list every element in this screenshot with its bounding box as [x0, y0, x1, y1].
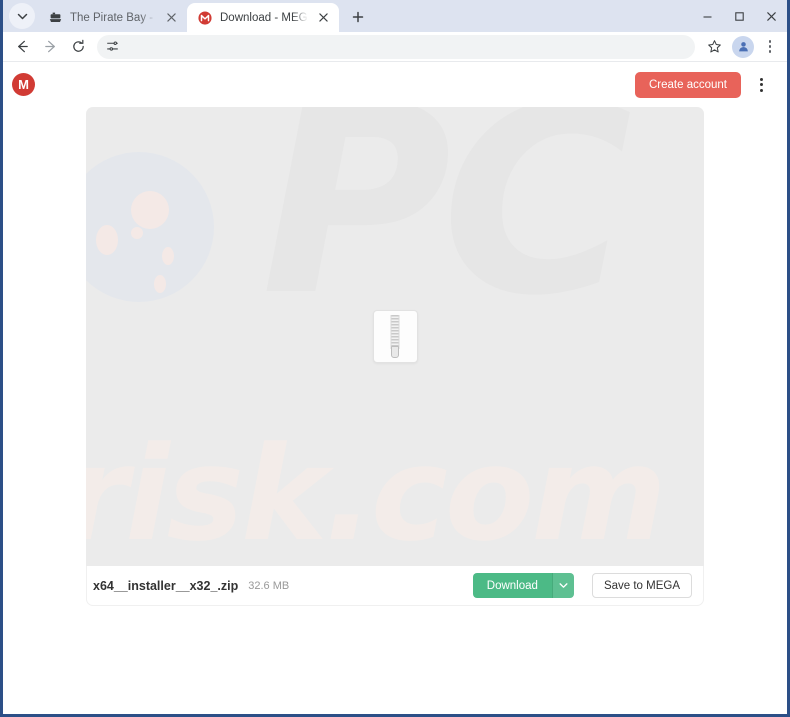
- menu-dot: [759, 88, 763, 92]
- watermark-dot: [131, 191, 169, 229]
- download-split-button: Download: [472, 573, 574, 598]
- watermark-pc-text: PC: [261, 107, 632, 353]
- forward-button[interactable]: [37, 34, 63, 60]
- create-account-button[interactable]: Create account: [635, 71, 741, 98]
- page-content: M Create account PC risk.com x64__instal…: [3, 62, 787, 714]
- close-icon: [766, 11, 776, 21]
- watermark-risk-text: risk.com: [86, 418, 667, 566]
- browser-toolbar: [3, 32, 787, 62]
- zip-pull-tab: [391, 346, 399, 358]
- back-button[interactable]: [9, 34, 35, 60]
- chevron-down-icon: [559, 583, 568, 588]
- tune-sliders-icon[interactable]: [103, 38, 121, 56]
- menu-dot: [768, 40, 772, 43]
- menu-dot: [768, 45, 772, 48]
- back-arrow-icon: [17, 40, 28, 53]
- watermark-dot: [162, 247, 174, 265]
- watermark-circle: [86, 152, 214, 302]
- mega-favicon-icon: [197, 10, 213, 26]
- forward-arrow-icon: [44, 40, 55, 53]
- address-bar[interactable]: [97, 34, 695, 59]
- window-controls: [691, 0, 787, 32]
- menu-dot: [759, 83, 763, 86]
- file-info-bar: x64__installer__x32_.zip 32.6 MB Downloa…: [86, 566, 704, 606]
- bookmark-button[interactable]: [701, 34, 727, 60]
- reload-icon: [72, 39, 84, 52]
- mega-site-header: M Create account: [3, 62, 787, 107]
- watermark-dot: [96, 225, 118, 255]
- save-to-mega-button[interactable]: Save to MEGA: [591, 573, 692, 598]
- file-preview-area: PC risk.com: [86, 107, 704, 566]
- reload-button[interactable]: [65, 34, 91, 60]
- profile-button[interactable]: [732, 35, 754, 58]
- tab-title: Download - MEGA: [220, 11, 308, 24]
- plus-icon: [352, 11, 364, 23]
- file-card: PC risk.com x64__installer__x32_.zip 32.…: [3, 107, 787, 606]
- profile-avatar-icon: [738, 42, 748, 52]
- close-tab-button[interactable]: [315, 10, 331, 26]
- file-name: x64__installer__x32_.zip: [93, 578, 239, 593]
- new-tab-button[interactable]: [344, 3, 372, 31]
- close-window-button[interactable]: [755, 0, 787, 32]
- tab-strip: The Pirate Bay - The galaxy's m Download…: [3, 0, 787, 32]
- download-dropdown-button[interactable]: [551, 573, 574, 598]
- minimize-icon: [703, 15, 711, 18]
- menu-dot: [768, 50, 772, 53]
- minimize-button[interactable]: [691, 0, 723, 32]
- file-size: 32.6 MB: [248, 579, 290, 592]
- close-icon: [166, 13, 176, 22]
- browser-window: The Pirate Bay - The galaxy's m Download…: [0, 0, 790, 717]
- mega-logo[interactable]: M: [12, 73, 35, 96]
- zip-file-icon: [372, 310, 418, 363]
- maximize-icon: [734, 11, 744, 21]
- browser-menu-button[interactable]: [759, 34, 781, 60]
- download-button[interactable]: Download: [472, 573, 552, 598]
- ship-icon: [47, 10, 63, 26]
- maximize-button[interactable]: [723, 0, 755, 32]
- menu-dot: [759, 77, 763, 81]
- watermark-dot: [154, 275, 166, 293]
- site-menu-button[interactable]: [749, 71, 773, 99]
- close-icon: [318, 13, 328, 22]
- close-tab-button[interactable]: [163, 10, 179, 26]
- tab-download-mega[interactable]: Download - MEGA: [187, 3, 339, 32]
- tab-pirate-bay[interactable]: The Pirate Bay - The galaxy's m: [37, 3, 187, 32]
- tab-title: The Pirate Bay - The galaxy's m: [70, 11, 156, 24]
- chevron-down-icon: [17, 13, 27, 19]
- tab-search-button[interactable]: [9, 3, 35, 29]
- watermark-dot: [131, 227, 143, 239]
- star-icon: [707, 40, 721, 53]
- zip-teeth: [390, 315, 400, 349]
